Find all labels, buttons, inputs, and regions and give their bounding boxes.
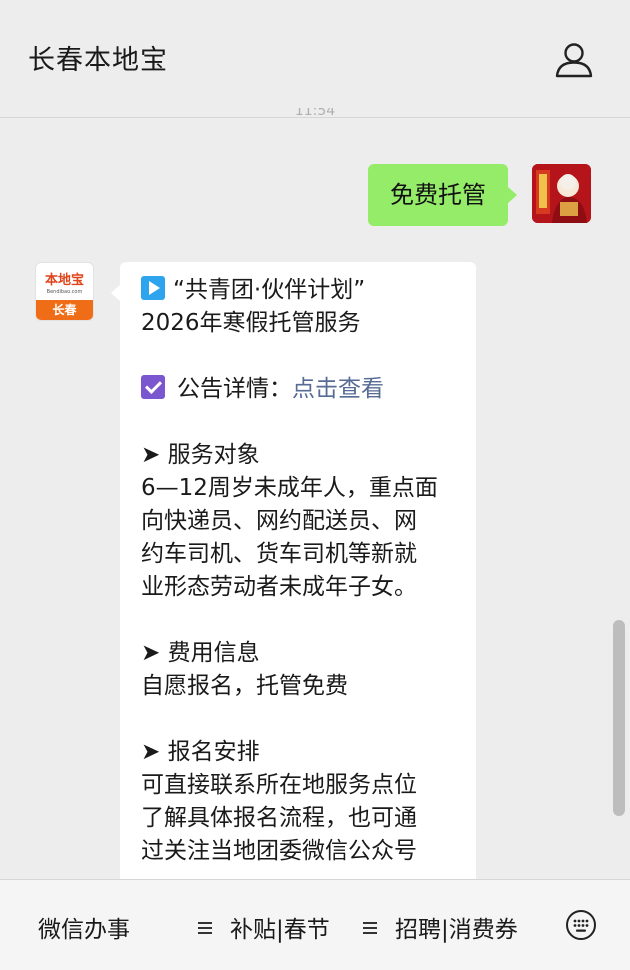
menu-item-subsidy-spring-festival[interactable]: 补贴|春节 [198, 910, 330, 944]
bottom-menu-bar: 微信办事 补贴|春节 招聘|消费券 [0, 879, 630, 970]
section-fee-line: 自愿报名，托管免费 [141, 673, 348, 699]
title-line-1: “共青团·伙伴计划” [141, 274, 456, 307]
notice-details-link[interactable]: 点击查看 [292, 376, 384, 402]
section-fee-title: ➤ 费用信息 [141, 640, 260, 666]
logo-city-text: 长春 [36, 300, 93, 320]
menu-item-label: 微信办事 [38, 917, 130, 943]
keyboard-icon[interactable] [565, 909, 597, 941]
section-registration-line: 了解具体报名流程，也可通 [141, 805, 417, 831]
section-service-target-line: 业形态劳动者未成年子女。 [141, 574, 417, 600]
checkbox-icon [141, 375, 165, 399]
section-registration-title: ➤ 报名安排 [141, 739, 260, 765]
title-text-1: “共青团·伙伴计划” [173, 277, 366, 303]
outgoing-message-bubble[interactable]: 免费托管 [368, 164, 517, 226]
logo-top: 本地宝 Bendibao.com [36, 263, 93, 301]
section-service-target-title: ➤ 服务对象 [141, 442, 260, 468]
logo-sub-text: Bendibao.com [46, 289, 83, 295]
title-line-2: 2026年寒假托管服务 [141, 310, 361, 336]
notice-line: 公告详情：点击查看 [141, 373, 456, 406]
play-icon [141, 276, 165, 300]
chat-title: 长春本地宝 [28, 45, 168, 76]
notice-label: 公告详情： [177, 376, 292, 402]
scrollbar-thumb[interactable] [613, 620, 625, 816]
section-registration-line: 过关注当地团委微信公众号 [141, 838, 417, 864]
section-service-target-line: 向快递员、网约配送员、网 [141, 508, 417, 534]
menu-item-jobs-coupons[interactable]: 招聘|消费券 [363, 910, 518, 944]
section-service-target-line: 约车司机、货车司机等新就 [141, 541, 417, 567]
section-registration-line: 可直接联系所在地服务点位 [141, 772, 417, 798]
menu-lines-icon [198, 921, 212, 935]
menu-item-label: 招聘|消费券 [395, 917, 518, 943]
avatar-image[interactable] [532, 164, 591, 223]
chat-screen: 长春本地宝 11:54 免费托管 本地宝 Bendibao.com 长春 “共青… [0, 0, 630, 970]
logo-main-text: 本地宝 [44, 273, 84, 288]
incoming-message-bubble[interactable]: “共青团·伙伴计划” 2026年寒假托管服务 公告详情：点击查看 ➤ 服务对象 … [111, 262, 476, 879]
avatar-picture [532, 164, 591, 223]
message-list[interactable]: 免费托管 本地宝 Bendibao.com 长春 “共青团·伙伴计划” 2026… [0, 119, 630, 879]
user-profile-icon[interactable] [552, 38, 596, 82]
official-account-avatar[interactable]: 本地宝 Bendibao.com 长春 [35, 262, 94, 321]
menu-item-label: 补贴|春节 [230, 917, 330, 943]
menu-lines-icon [363, 921, 377, 935]
menu-item-wechat-services[interactable]: 微信办事 [38, 910, 130, 944]
section-service-target-line: 6—12周岁未成年人，重点面 [141, 475, 438, 501]
chat-header: 长春本地宝 11:54 [0, 0, 630, 118]
